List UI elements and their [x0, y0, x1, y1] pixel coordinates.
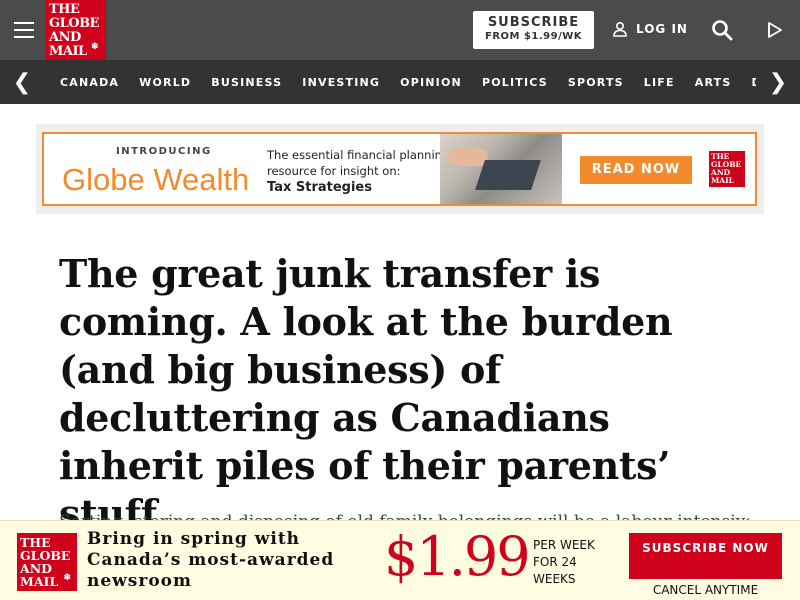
nav-item-canada[interactable]: CANADA	[50, 76, 129, 89]
search-icon[interactable]	[711, 19, 733, 41]
globe-wealth-ad[interactable]: INTRODUCING Globe Wealth The essential f…	[42, 132, 757, 206]
chevron-left-icon[interactable]: ❮	[0, 60, 44, 104]
maple-leaf-icon: ❄	[90, 42, 99, 52]
promo-per-week: PER WEEK FOR 24 WEEKS	[533, 538, 595, 586]
nav-item-politics[interactable]: POLITICS	[472, 76, 558, 89]
ad-intro: INTRODUCING	[116, 146, 212, 157]
ad-photo	[440, 134, 562, 204]
ad-photo-hand	[448, 148, 488, 166]
ad-copy-line: The essential financial planning	[267, 148, 450, 162]
ad-logo-line: MAIL	[711, 176, 734, 185]
ad-copy: The essential financial planning resourc…	[267, 147, 449, 196]
promo-cancel-anytime: CANCEL ANYTIME	[652, 583, 759, 597]
nav-items: CANADA WORLD BUSINESS INVESTING OPINION …	[50, 60, 800, 104]
login-button[interactable]: LOG IN	[612, 21, 688, 37]
top-header: THE GLOBE AND MAIL ❄ SUBSCRIBE FROM $1.9…	[0, 0, 800, 60]
globe-and-mail-logo[interactable]: THE GLOBE AND MAIL ❄	[46, 0, 106, 60]
logo-line: GLOBE	[49, 16, 99, 31]
ad-logo: THE GLOBE AND MAIL	[709, 151, 745, 187]
nav-item-investing[interactable]: INVESTING	[292, 76, 390, 89]
user-icon	[613, 21, 627, 37]
promo-subscribe-button[interactable]: SUBSCRIBE NOW	[629, 533, 782, 579]
nav-item-business[interactable]: BUSINESS	[201, 76, 292, 89]
maple-leaf-icon: ❄	[63, 573, 71, 583]
subscribe-button[interactable]: SUBSCRIBE FROM $1.99/WK	[473, 11, 594, 49]
nav-item-opinion[interactable]: OPINION	[390, 76, 472, 89]
promo-logo: THE GLOBE AND MAIL ❄	[17, 533, 77, 591]
nav-item-life[interactable]: LIFE	[634, 76, 685, 89]
nav-item-arts[interactable]: ARTS	[685, 76, 742, 89]
ad-copy-topic: Tax Strategies	[267, 180, 372, 195]
subscribe-label: SUBSCRIBE	[487, 15, 580, 30]
subscribe-promo-bar: THE GLOBE AND MAIL ❄ Bring in spring wit…	[0, 520, 800, 600]
ad-copy-line: resource for insight on:	[267, 164, 401, 178]
listen-icon[interactable]	[766, 20, 784, 40]
promo-price: $1.99	[384, 525, 531, 588]
section-nav: ❮ CANADA WORLD BUSINESS INVESTING OPINIO…	[0, 60, 800, 104]
menu-icon[interactable]	[14, 22, 34, 38]
ad-read-now-button[interactable]: READ NOW	[580, 156, 692, 184]
ad-photo-laptop	[475, 160, 541, 190]
subscribe-price: FROM $1.99/WK	[484, 31, 583, 42]
ad-banner-container: INTRODUCING Globe Wealth The essential f…	[36, 124, 764, 214]
logo-line: THE	[49, 2, 80, 17]
nav-item-world[interactable]: WORLD	[129, 76, 201, 89]
chevron-right-icon[interactable]: ❯	[756, 60, 800, 104]
ad-brand: Globe Wealth	[62, 162, 250, 197]
login-label: LOG IN	[636, 22, 688, 36]
nav-item-sports[interactable]: SPORTS	[558, 76, 634, 89]
promo-text: Bring in spring with Canada’s most-award…	[87, 529, 335, 591]
article-headline: The great junk transfer is coming. A loo…	[59, 251, 673, 536]
